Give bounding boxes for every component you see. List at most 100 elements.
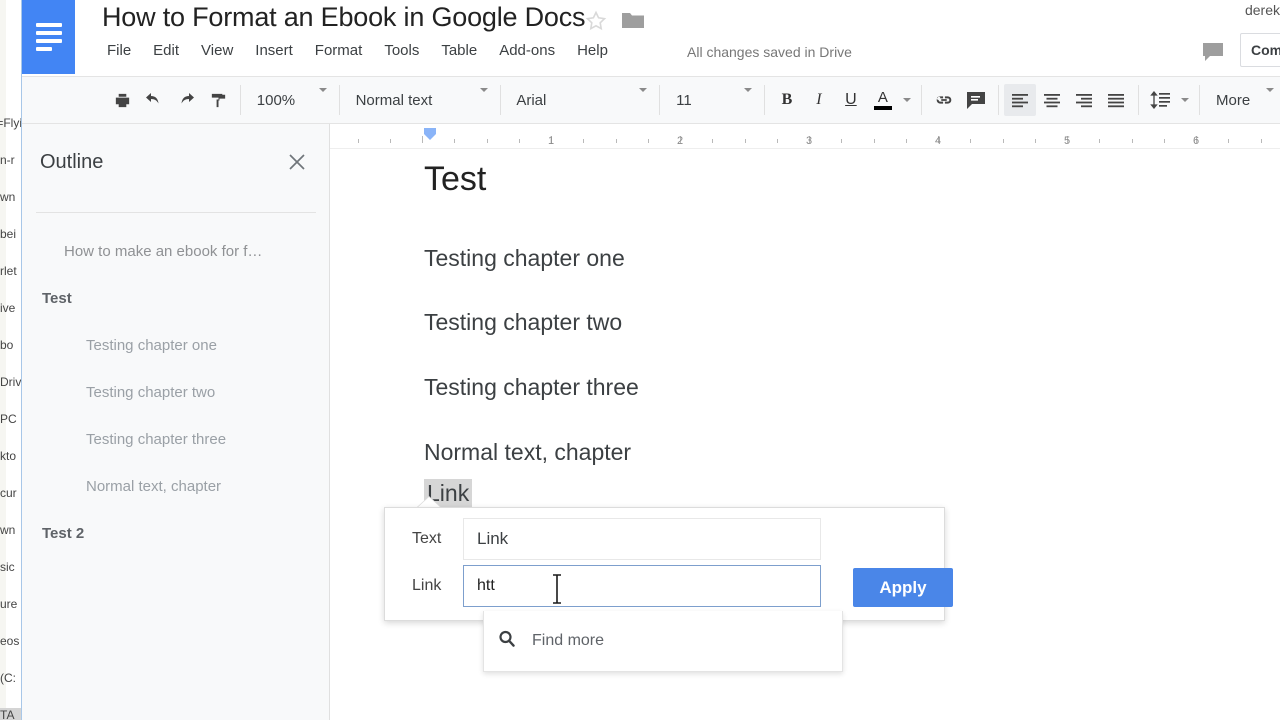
background-window-row: Driv xyxy=(0,375,22,389)
background-window-row: wn xyxy=(0,190,16,204)
link-url-input[interactable] xyxy=(463,565,821,607)
outline-title: Outline xyxy=(40,150,104,173)
ruler-tick xyxy=(712,139,714,143)
align-justify-icon[interactable] xyxy=(1100,84,1132,116)
ruler-tick xyxy=(1099,139,1101,143)
ruler-tick xyxy=(422,136,423,143)
comment-bubble-icon[interactable] xyxy=(1202,42,1224,62)
link-icon[interactable] xyxy=(928,84,960,116)
background-window-row: ive xyxy=(0,301,16,315)
menu-item-view[interactable]: View xyxy=(190,40,244,61)
link-text-input[interactable] xyxy=(463,518,821,560)
horizontal-ruler[interactable]: 1 2 3 4 5 6 xyxy=(330,124,1280,149)
ruler-tick xyxy=(583,139,585,143)
outline-item[interactable]: Testing chapter one xyxy=(22,322,330,369)
background-window-row: bei xyxy=(0,227,17,241)
italic-label: I xyxy=(816,91,822,108)
menu-item-file[interactable]: File xyxy=(96,40,142,61)
apply-button[interactable]: Apply xyxy=(853,568,953,607)
ruler-tick xyxy=(970,139,972,143)
close-icon[interactable] xyxy=(286,151,308,173)
menu-item-table[interactable]: Table xyxy=(430,40,488,61)
bold-button[interactable]: B xyxy=(771,84,803,116)
menu-item-edit[interactable]: Edit xyxy=(142,40,190,61)
folder-icon[interactable] xyxy=(620,8,646,32)
menu-item-format[interactable]: Format xyxy=(304,40,374,61)
left-indent-marker[interactable] xyxy=(422,126,438,142)
outline-item[interactable]: How to make an ebook for f… xyxy=(22,228,330,275)
align-center-icon[interactable] xyxy=(1036,84,1068,116)
background-window: =Flyi n-r wn bei rlet ive bo Driv PC kto cur wn sic u… xyxy=(0,0,22,720)
insert-link-dialog: Text Link Apply Find more xyxy=(384,507,953,672)
ruler-tick xyxy=(873,139,875,143)
ruler-tick xyxy=(647,139,649,143)
paragraph-style-value: Normal text xyxy=(355,91,433,109)
ruler-tick xyxy=(744,139,746,143)
menu-bar: File Edit View Insert Format Tools Table… xyxy=(96,40,619,61)
toolbar-divider xyxy=(240,85,241,115)
search-icon xyxy=(497,629,517,654)
menu-item-addons[interactable]: Add-ons xyxy=(488,40,566,61)
background-window-row: =Flyi xyxy=(0,116,22,130)
document-title[interactable]: How to Format an Ebook in Google Docs xyxy=(102,2,586,33)
outline-item[interactable]: Testing chapter three xyxy=(22,416,330,463)
ruler-tick xyxy=(389,139,391,143)
background-window-row: TA xyxy=(0,708,21,720)
toolbar-divider xyxy=(659,85,661,115)
document-paragraph: Testing chapter three xyxy=(424,374,639,400)
background-window-row: wn xyxy=(0,523,16,537)
add-comment-icon[interactable] xyxy=(960,84,992,116)
line-spacing-icon[interactable] xyxy=(1145,84,1177,116)
zoom-select[interactable]: 100% xyxy=(247,84,333,116)
ruler-tick xyxy=(615,139,617,143)
comments-button[interactable]: Com xyxy=(1240,33,1280,67)
ruler-number: 6 xyxy=(1192,135,1200,147)
find-more-label[interactable]: Find more xyxy=(532,632,604,650)
outline-panel: Outline How to make an ebook for f… Test… xyxy=(22,124,330,720)
font-size-select[interactable]: 11 xyxy=(666,84,758,116)
align-right-icon[interactable] xyxy=(1068,84,1100,116)
font-family-select[interactable]: Arial xyxy=(506,84,653,116)
ruler-tick xyxy=(1002,139,1004,143)
formatting-toolbar: 100% Normal text Arial 11 B I U A More xyxy=(22,76,1280,124)
background-window-row: (C: xyxy=(0,671,16,685)
align-left-icon[interactable] xyxy=(1004,84,1037,116)
paragraph-style-select[interactable]: Normal text xyxy=(346,84,494,116)
underline-button[interactable]: U xyxy=(835,84,867,116)
outline-item[interactable]: Test 2 xyxy=(22,510,330,557)
line-spacing-chevron-down-icon[interactable] xyxy=(1177,84,1193,116)
outline-item[interactable]: Normal text, chapter xyxy=(22,463,330,510)
outline-item[interactable]: Testing chapter two xyxy=(22,369,330,416)
underline-label: U xyxy=(845,91,857,108)
menu-item-insert[interactable]: Insert xyxy=(244,40,304,61)
chevron-down-icon xyxy=(1266,87,1275,109)
text-color-button[interactable]: A xyxy=(867,84,899,116)
bold-label: B xyxy=(781,91,793,108)
text-color-chevron-down-icon[interactable] xyxy=(899,84,915,116)
more-options-button[interactable]: More xyxy=(1206,84,1280,116)
print-icon[interactable] xyxy=(106,84,138,116)
undo-icon[interactable] xyxy=(138,84,170,116)
google-docs-logo-icon[interactable] xyxy=(22,0,75,74)
menu-item-help[interactable]: Help xyxy=(566,40,619,61)
italic-button[interactable]: I xyxy=(803,84,835,116)
paint-format-icon[interactable] xyxy=(202,84,234,116)
toolbar-divider xyxy=(920,85,922,115)
outline-divider xyxy=(36,212,316,213)
link-text-label: Text xyxy=(412,530,442,547)
text-color-label: A xyxy=(877,88,888,106)
menu-item-tools[interactable]: Tools xyxy=(373,40,430,61)
link-url-label: Link xyxy=(412,577,442,594)
ruler-number: 5 xyxy=(1063,135,1071,147)
background-window-row: cur xyxy=(0,486,17,500)
logo-bars xyxy=(35,23,62,51)
outline-item[interactable]: Test xyxy=(22,275,330,322)
ruler-tick xyxy=(486,139,488,143)
google-docs-app: How to Format an Ebook in Google Docs Fi… xyxy=(22,0,1280,720)
save-status-text: All changes saved in Drive xyxy=(687,44,852,60)
redo-icon[interactable] xyxy=(170,84,202,116)
outline-header: Outline xyxy=(22,124,330,200)
star-outline-icon[interactable] xyxy=(584,9,608,33)
ruler-tick xyxy=(1034,139,1036,143)
app-header: How to Format an Ebook in Google Docs Fi… xyxy=(22,0,1280,76)
